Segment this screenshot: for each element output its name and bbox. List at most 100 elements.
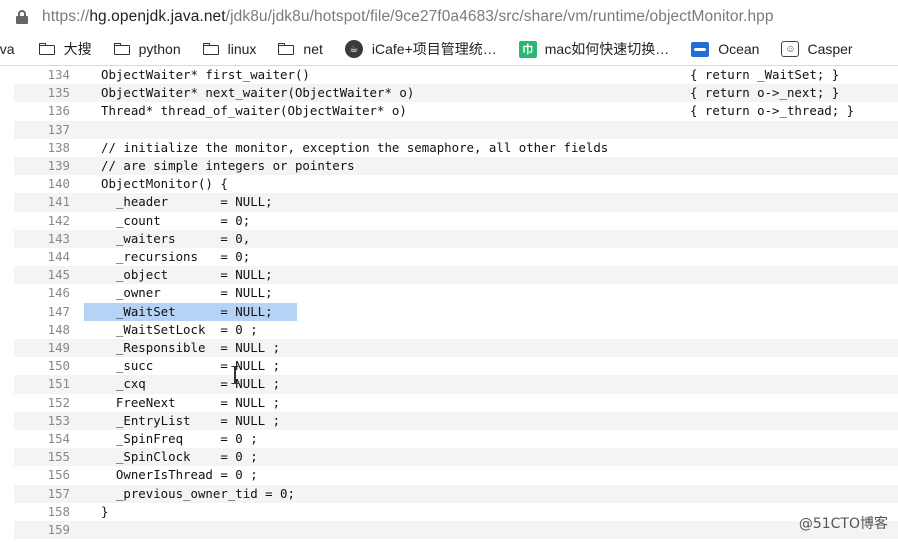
line-number[interactable]: 136: [14, 102, 70, 120]
code-line: 134 ObjectWaiter* first_waiter() { return …: [14, 66, 898, 84]
line-number[interactable]: 138: [14, 139, 70, 157]
code-line: 141 _header = NULL;: [14, 193, 898, 212]
code-text: _EntryList = NULL ;: [101, 412, 281, 428]
line-number[interactable]: 134: [14, 66, 70, 84]
bookmark-item[interactable]: ava: [0, 41, 15, 57]
bookmark-folder[interactable]: net: [278, 41, 323, 57]
code-text: ObjectWaiter* next_waiter(ObjectWaiter* …: [101, 85, 415, 101]
bookmark-folder[interactable]: 大搜: [38, 39, 92, 59]
code-text: _header = NULL;: [101, 194, 273, 210]
line-number[interactable]: 145: [14, 266, 70, 284]
code-line: 157 _previous_owner_tid = 0;: [14, 484, 898, 503]
line-number[interactable]: 159: [14, 521, 70, 539]
line-number[interactable]: 135: [14, 84, 70, 102]
folder-icon: [113, 43, 130, 55]
line-number[interactable]: 139: [14, 157, 70, 175]
code-line: 135 ObjectWaiter* next_waiter(ObjectWaite…: [14, 84, 898, 103]
line-number[interactable]: 151: [14, 375, 70, 393]
bookmarks-bar: ava 大搜 python linux net ☕iCafe+项目管理统… 巾m…: [0, 33, 898, 66]
code-text: _recursions = 0;: [101, 249, 251, 264]
code-text: FreeNext = NULL ;: [101, 394, 281, 410]
code-text: _SpinFreq = 0 ;: [101, 431, 258, 446]
line-number[interactable]: 155: [14, 448, 70, 466]
text-selection: _WaitSet = NULL;: [101, 303, 273, 319]
text-cursor-icon: [231, 366, 239, 384]
line-number[interactable]: 137: [14, 121, 70, 139]
code-line: 145 _object = NULL;: [14, 266, 898, 285]
code-line: 156 OwnerIsThread = 0 ;: [14, 466, 898, 484]
code-text: _SpinClock = 0 ;: [101, 449, 258, 465]
code-text: // initialize the monitor, exception the…: [101, 139, 609, 155]
code-line: 150 _succ = NULL ;: [14, 357, 898, 375]
line-number[interactable]: 153: [14, 412, 70, 430]
code-text: _waiters = 0,: [101, 230, 251, 246]
code-line: 153 _EntryList = NULL ;: [14, 411, 898, 430]
line-number[interactable]: 147: [14, 303, 70, 321]
bookmark-folder[interactable]: linux: [202, 41, 256, 57]
line-number[interactable]: 149: [14, 339, 70, 357]
code-text: OwnerIsThread = 0 ;: [101, 467, 258, 483]
line-number[interactable]: 140: [14, 175, 70, 193]
code-line: 137: [14, 120, 898, 139]
code-line: 152 FreeNext = NULL ;: [14, 394, 898, 412]
code-line: 147 _WaitSet = NULL;: [14, 302, 898, 321]
code-line: 146 _owner = NULL;: [14, 284, 898, 302]
line-number[interactable]: 158: [14, 503, 70, 521]
bookmark-item[interactable]: 巾 mac如何快速切换…: [518, 39, 669, 59]
code-line: 139 // are simple integers or pointers: [14, 157, 898, 176]
lock-icon: [16, 9, 28, 24]
code-line: 143 _waiters = 0,: [14, 229, 898, 248]
line-number[interactable]: 142: [14, 212, 70, 230]
line-number[interactable]: 143: [14, 230, 70, 248]
line-number[interactable]: 144: [14, 248, 70, 266]
code-text: _count = 0;: [101, 212, 251, 228]
code-text: ObjectWaiter* first_waiter(): [101, 67, 310, 82]
icafe-icon: ☕: [344, 40, 363, 58]
code-text-inline-body: { return o->_next; }: [690, 85, 840, 101]
browser-window: https://hg.openjdk.java.net/jdk8u/jdk8u/…: [0, 0, 898, 542]
line-number[interactable]: 157: [14, 485, 70, 503]
line-number[interactable]: 156: [14, 466, 70, 484]
url-text[interactable]: https://hg.openjdk.java.net/jdk8u/jdk8u/…: [42, 8, 774, 26]
code-text: _cxq = NULL ;: [101, 376, 281, 392]
code-text: _Responsible = NULL ;: [101, 340, 281, 355]
code-text: _WaitSetLock = 0 ;: [101, 321, 258, 337]
line-number[interactable]: 152: [14, 394, 70, 412]
code-text: }: [101, 503, 109, 519]
line-number[interactable]: 148: [14, 321, 70, 339]
code-text-inline-body: { return _WaitSet; }: [690, 67, 840, 82]
code-text: _WaitSet = NULL;: [101, 303, 273, 321]
address-bar[interactable]: https://hg.openjdk.java.net/jdk8u/jdk8u/…: [0, 0, 898, 33]
code-text: _previous_owner_tid = 0;: [101, 485, 295, 501]
code-text: _object = NULL;: [101, 267, 273, 283]
code-line: 136 Thread* thread_of_waiter(ObjectWaiter…: [14, 102, 898, 120]
line-number[interactable]: 141: [14, 193, 70, 211]
code-line: 138 // initialize the monitor, exception …: [14, 139, 898, 157]
code-line: 155 _SpinClock = 0 ;: [14, 448, 898, 467]
code-line: 154 _SpinFreq = 0 ;: [14, 430, 898, 448]
code-line: 144 _recursions = 0;: [14, 248, 898, 266]
code-text: _owner = NULL;: [101, 285, 273, 301]
code-line: 148 _WaitSetLock = 0 ;: [14, 321, 898, 339]
code-text: Thread* thread_of_waiter(ObjectWaiter* o…: [101, 103, 407, 119]
ocean-icon: [691, 41, 710, 57]
folder-icon: [38, 43, 55, 55]
bookmark-folder[interactable]: python: [113, 41, 181, 57]
code-text-inline-body: { return o->_thread; }: [690, 103, 855, 119]
line-number[interactable]: 150: [14, 357, 70, 375]
casper-icon: ☺: [781, 41, 800, 57]
code-line: 149 _Responsible = NULL ;: [14, 339, 898, 358]
code-text: _succ = NULL ;: [101, 358, 281, 374]
code-text: // are simple integers or pointers: [101, 158, 355, 173]
bookmark-item[interactable]: Ocean: [691, 41, 759, 57]
code-line: 159: [14, 521, 898, 540]
line-number[interactable]: 154: [14, 430, 70, 448]
source-code-view[interactable]: 134 ObjectWaiter* first_waiter() { return …: [0, 66, 898, 542]
bookmark-item[interactable]: ☺ Casper: [781, 41, 853, 57]
code-line: 142 _count = 0;: [14, 212, 898, 230]
bookmark-item[interactable]: ☕ iCafe+项目管理统…: [344, 39, 497, 59]
code-text: ObjectMonitor() {: [101, 176, 228, 192]
folder-icon: [202, 43, 219, 55]
line-number[interactable]: 146: [14, 284, 70, 302]
code-line: 140 ObjectMonitor() {: [14, 175, 898, 193]
